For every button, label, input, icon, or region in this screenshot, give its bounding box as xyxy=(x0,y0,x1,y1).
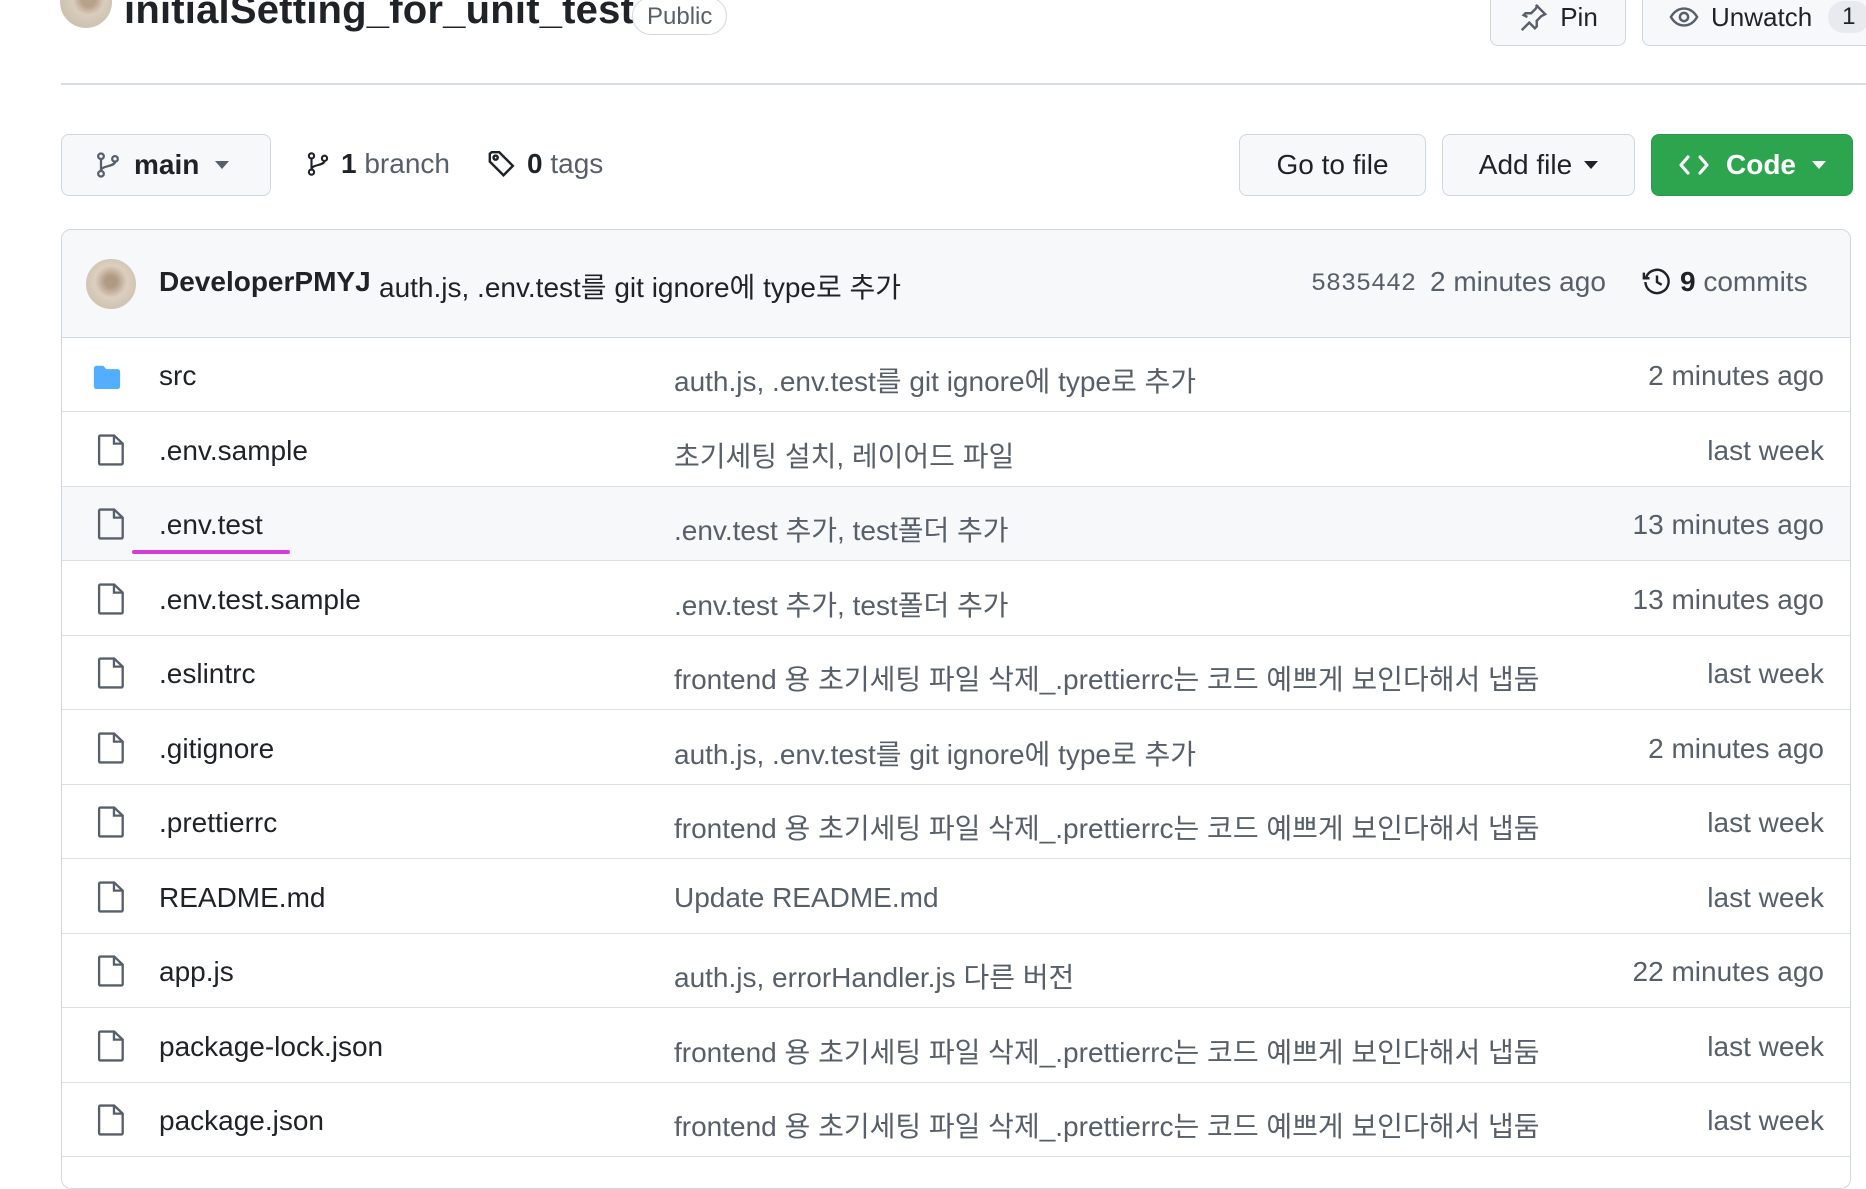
file-commit-time: last week xyxy=(1707,1105,1824,1136)
pin-icon xyxy=(1521,3,1548,31)
file-icon xyxy=(97,1104,124,1136)
tag-label: tags xyxy=(550,148,604,179)
file-commit-message-link[interactable]: frontend 용 초기세팅 파일 삭제_.prettierrc는 코드 예쁘… xyxy=(674,807,1540,847)
file-commit-time: 13 minutes ago xyxy=(1632,583,1824,615)
repo-owner-avatar[interactable] xyxy=(60,0,112,28)
tag-count: 0 xyxy=(527,148,543,179)
add-file-label: Add file xyxy=(1478,149,1573,180)
file-commit-message-link[interactable]: Update README.md xyxy=(674,882,939,914)
file-name-link[interactable]: README.md xyxy=(159,882,325,914)
file-name-link[interactable]: .env.sample xyxy=(159,435,308,467)
repo-title[interactable]: initialSetting_for_unit_test xyxy=(124,0,634,33)
tags-link[interactable]: 0 tags xyxy=(487,148,603,180)
file-row[interactable]: .prettierrc frontend 용 초기세팅 파일 삭제_.pretti… xyxy=(62,785,1850,859)
eye-icon xyxy=(1669,7,1699,27)
file-commit-time: last week xyxy=(1707,807,1824,838)
folder-icon xyxy=(93,365,121,389)
file-row[interactable]: README.md Update README.md last week xyxy=(62,859,1850,934)
unwatch-label: Unwatch xyxy=(1711,1,1813,32)
file-row[interactable]: package-lock.json frontend 용 초기세팅 파일 삭제_.… xyxy=(62,1008,1850,1083)
commit-count: 9 xyxy=(1680,266,1696,297)
chevron-down-icon xyxy=(1812,161,1826,169)
commit-author-avatar[interactable] xyxy=(86,259,136,309)
file-row[interactable]: .env.test.sample .env.test 추가, test폴더 추가 1… xyxy=(62,561,1850,636)
commit-author[interactable]: DeveloperPMYJ xyxy=(159,266,371,298)
file-row[interactable]: package.json frontend 용 초기세팅 파일 삭제_.prett… xyxy=(62,1083,1850,1157)
chevron-down-icon xyxy=(215,161,230,169)
commit-time: 2 minutes ago xyxy=(1430,266,1606,297)
branch-label: branch xyxy=(364,148,450,179)
file-icon xyxy=(97,508,124,540)
annotation-underline xyxy=(132,550,290,554)
code-label: Code xyxy=(1726,149,1796,180)
file-commit-time: 2 minutes ago xyxy=(1648,360,1824,391)
tag-icon xyxy=(488,150,515,177)
file-row[interactable]: app.js auth.js, errorHandler.js 다른 버전 22 m… xyxy=(62,934,1850,1008)
file-icon xyxy=(97,657,124,689)
file-commit-message-link[interactable]: .env.test 추가, test폴더 추가 xyxy=(674,509,1009,549)
pin-button[interactable]: Pin xyxy=(1490,0,1626,46)
file-commit-message-link[interactable]: 초기세팅 설치, 레이어드 파일 xyxy=(674,435,1014,475)
file-commit-time: 2 minutes ago xyxy=(1648,732,1824,764)
history-icon xyxy=(1642,268,1670,295)
file-commit-message-link[interactable]: auth.js, .env.test를 git ignore에 type로 추가 xyxy=(674,360,1196,400)
file-name-link[interactable]: .prettierrc xyxy=(159,807,277,839)
header-divider xyxy=(61,83,1866,85)
commits-history-link[interactable]: 9 commits xyxy=(1642,266,1808,298)
git-branch-icon xyxy=(307,152,329,176)
file-name-link[interactable]: package-lock.json xyxy=(159,1031,383,1063)
file-commit-message-link[interactable]: auth.js, errorHandler.js 다른 버전 xyxy=(674,956,1074,996)
file-icon xyxy=(97,582,124,615)
file-commit-time: last week xyxy=(1707,658,1824,689)
go-to-file-button[interactable]: Go to file xyxy=(1239,134,1426,196)
file-list-box: DeveloperPMYJ auth.js, .env.test를 git ig… xyxy=(61,229,1851,1189)
code-button[interactable]: Code xyxy=(1651,134,1853,196)
latest-commit-bar: DeveloperPMYJ auth.js, .env.test를 git ig… xyxy=(62,230,1850,338)
file-name-link[interactable]: package.json xyxy=(159,1105,324,1137)
file-commit-time: 13 minutes ago xyxy=(1632,509,1824,540)
commits-label: commits xyxy=(1703,266,1808,297)
code-icon xyxy=(1679,155,1709,175)
branches-link[interactable]: 1 branch xyxy=(305,148,450,180)
branch-name: main xyxy=(134,149,200,180)
file-name-link[interactable]: app.js xyxy=(159,956,234,988)
file-commit-time: last week xyxy=(1707,881,1824,913)
commit-sha[interactable]: 5835442 xyxy=(1311,269,1416,298)
pin-label: Pin xyxy=(1560,1,1598,32)
file-name-link[interactable]: .eslintrc xyxy=(159,658,255,690)
file-row[interactable]: .gitignore auth.js, .env.test를 git ignore… xyxy=(62,710,1850,785)
chevron-down-icon xyxy=(1584,161,1599,169)
branch-count: 1 xyxy=(341,148,357,179)
file-commit-message-link[interactable]: frontend 용 초기세팅 파일 삭제_.prettierrc는 코드 예쁘… xyxy=(674,1031,1540,1071)
file-row[interactable]: .env.test .env.test 추가, test폴더 추가 13 minut… xyxy=(62,487,1850,561)
file-icon xyxy=(97,731,124,764)
file-icon xyxy=(97,1029,124,1062)
file-commit-message-link[interactable]: .env.test 추가, test폴더 추가 xyxy=(674,584,1009,624)
file-icon xyxy=(97,955,124,987)
add-file-button[interactable]: Add file xyxy=(1442,134,1635,196)
file-row[interactable]: .eslintrc frontend 용 초기세팅 파일 삭제_.prettier… xyxy=(62,636,1850,710)
branch-select-button[interactable]: main xyxy=(61,134,271,196)
git-branch-icon xyxy=(97,152,119,178)
file-row[interactable]: .env.sample 초기세팅 설치, 레이어드 파일 last week xyxy=(62,412,1850,487)
file-commit-time: 22 minutes ago xyxy=(1632,956,1824,987)
file-icon xyxy=(97,880,124,913)
file-icon xyxy=(97,433,124,466)
go-to-file-label: Go to file xyxy=(1276,149,1389,180)
watch-count-badge: 1 xyxy=(1828,1,1866,33)
file-commit-message-link[interactable]: frontend 용 초기세팅 파일 삭제_.prettierrc는 코드 예쁘… xyxy=(674,658,1540,698)
file-commit-message-link[interactable]: frontend 용 초기세팅 파일 삭제_.prettierrc는 코드 예쁘… xyxy=(674,1105,1540,1145)
file-name-link[interactable]: .env.test xyxy=(159,509,263,541)
file-commit-time: last week xyxy=(1707,434,1824,466)
file-name-link[interactable]: .gitignore xyxy=(159,733,274,765)
file-icon xyxy=(97,806,124,838)
file-commit-message-link[interactable]: auth.js, .env.test를 git ignore에 type로 추가 xyxy=(674,733,1196,773)
visibility-badge: Public xyxy=(632,0,728,35)
file-name-link[interactable]: .env.test.sample xyxy=(159,584,361,616)
commit-message[interactable]: auth.js, .env.test를 git ignore에 type로 추가 xyxy=(379,266,901,306)
file-commit-time: last week xyxy=(1707,1030,1824,1062)
file-name-link[interactable]: src xyxy=(159,360,196,392)
file-row[interactable]: src auth.js, .env.test를 git ignore에 type로… xyxy=(62,338,1850,412)
unwatch-button[interactable]: Unwatch 1 xyxy=(1642,0,1866,46)
